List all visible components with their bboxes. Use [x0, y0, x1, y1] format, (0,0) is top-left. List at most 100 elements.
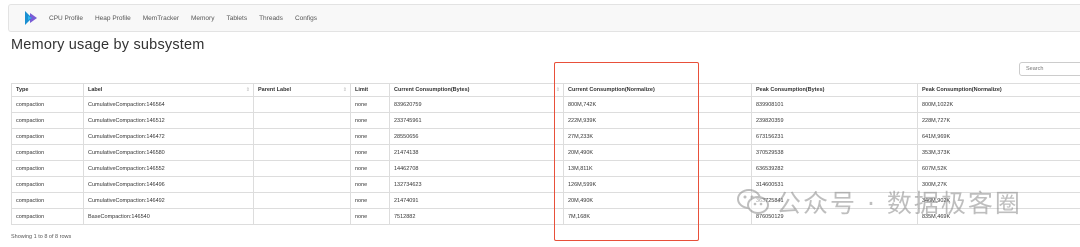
column-header-label: Limit: [355, 87, 369, 93]
cell-type: compaction: [11, 96, 84, 113]
cell-peak-normalize: 346M,902K: [917, 192, 1080, 209]
cell-current-bytes: 21474138: [389, 144, 564, 161]
cell-current-normalize: 222M,939K: [563, 112, 752, 129]
column-header-parent-label[interactable]: Parent Label ⇕: [253, 83, 351, 97]
cell-limit: none: [350, 144, 390, 161]
table-header-row: Type Label ⇕ Parent Label ⇕ Limit Current …: [11, 83, 1080, 97]
top-navbar: CPU Profile Heap Profile MemTracker Memo…: [8, 4, 1080, 32]
cell-limit: none: [350, 192, 390, 209]
cell-parent-label: [253, 144, 351, 161]
cell-parent-label: [253, 96, 351, 113]
nav-heap-profile[interactable]: Heap Profile: [95, 15, 131, 22]
cell-parent-label: [253, 192, 351, 209]
column-header-label: Label: [88, 87, 103, 93]
nav-memory[interactable]: Memory: [191, 15, 214, 22]
sort-icon: ⇕: [555, 87, 560, 93]
table-row: compaction CumulativeCompaction:146564 n…: [11, 96, 1080, 113]
column-header-peak-normalize[interactable]: Peak Consumption(Normalize): [917, 83, 1080, 97]
cell-current-normalize: 13M,811K: [563, 160, 752, 177]
cell-label: BaseCompaction:146540: [83, 208, 254, 225]
cell-parent-label: [253, 208, 351, 225]
cell-peak-normalize: 228M,727K: [917, 112, 1080, 129]
cell-current-bytes: 839620759: [389, 96, 564, 113]
pagination-info: Showing 1 to 8 of 8 rows: [11, 234, 72, 240]
cell-peak-bytes: 314600531: [751, 176, 918, 193]
cell-type: compaction: [11, 128, 84, 145]
page-title: Memory usage by subsystem: [11, 37, 205, 53]
cell-current-normalize: 800M,742K: [563, 96, 752, 113]
column-header-label: Current Consumption(Bytes): [394, 87, 470, 93]
cell-current-normalize: 20M,490K: [563, 144, 752, 161]
cell-current-bytes: 7512882: [389, 208, 564, 225]
table-row: compaction CumulativeCompaction:146552 n…: [11, 160, 1080, 177]
cell-label: CumulativeCompaction:146472: [83, 128, 254, 145]
column-header-peak-bytes[interactable]: Peak Consumption(Bytes): [751, 83, 918, 97]
column-header-current-normalize[interactable]: Current Consumption(Normalize): [563, 83, 752, 97]
sort-icon: ⇕: [342, 87, 347, 93]
cell-label: CumulativeCompaction:146580: [83, 144, 254, 161]
nav-configs[interactable]: Configs: [295, 15, 317, 22]
cell-type: compaction: [11, 144, 84, 161]
column-header-current-bytes[interactable]: Current Consumption(Bytes) ⇕: [389, 83, 564, 97]
column-header-label: Current Consumption(Normalize): [568, 87, 655, 93]
cell-peak-bytes: 876050129: [751, 208, 918, 225]
cell-current-bytes: 14462708: [389, 160, 564, 177]
cell-parent-label: [253, 160, 351, 177]
cell-type: compaction: [11, 160, 84, 177]
cell-peak-bytes: 363725841: [751, 192, 918, 209]
cell-current-bytes: 21474091: [389, 192, 564, 209]
column-header-limit[interactable]: Limit: [350, 83, 390, 97]
cell-label: CumulativeCompaction:146496: [83, 176, 254, 193]
cell-peak-bytes: 239820359: [751, 112, 918, 129]
cell-peak-bytes: 370529538: [751, 144, 918, 161]
cell-peak-normalize: 835M,469K: [917, 208, 1080, 225]
cell-peak-bytes: 673156231: [751, 128, 918, 145]
cell-peak-normalize: 800M,1022K: [917, 96, 1080, 113]
cell-peak-normalize: 300M,27K: [917, 176, 1080, 193]
nav-memtracker[interactable]: MemTracker: [143, 15, 179, 22]
cell-label: CumulativeCompaction:146552: [83, 160, 254, 177]
column-header-label: Peak Consumption(Bytes): [756, 87, 825, 93]
column-header-label: Type: [16, 87, 29, 93]
cell-current-bytes: 132734623: [389, 176, 564, 193]
nav-menu: CPU Profile Heap Profile MemTracker Memo…: [49, 5, 329, 31]
cell-current-normalize: 27M,233K: [563, 128, 752, 145]
cell-type: compaction: [11, 112, 84, 129]
cell-current-bytes: 28550656: [389, 128, 564, 145]
cell-limit: none: [350, 128, 390, 145]
cell-parent-label: [253, 112, 351, 129]
cell-parent-label: [253, 176, 351, 193]
column-header-label: Parent Label: [258, 87, 292, 93]
cell-current-normalize: 126M,599K: [563, 176, 752, 193]
table-row: compaction CumulativeCompaction:146512 n…: [11, 112, 1080, 129]
table-row: compaction CumulativeCompaction:146492 n…: [11, 192, 1080, 209]
cell-limit: none: [350, 112, 390, 129]
cell-label: CumulativeCompaction:146512: [83, 112, 254, 129]
sort-icon: ⇕: [245, 87, 250, 93]
cell-current-normalize: 7M,168K: [563, 208, 752, 225]
table-row: compaction CumulativeCompaction:146472 n…: [11, 128, 1080, 145]
cell-limit: none: [350, 96, 390, 113]
nav-tablets[interactable]: Tablets: [226, 15, 247, 22]
column-header-type[interactable]: Type: [11, 83, 84, 97]
cell-peak-normalize: 607M,52K: [917, 160, 1080, 177]
column-header-label-col[interactable]: Label ⇕: [83, 83, 254, 97]
cell-current-normalize: 20M,490K: [563, 192, 752, 209]
cell-type: compaction: [11, 208, 84, 225]
cell-label: CumulativeCompaction:146492: [83, 192, 254, 209]
table-row: compaction CumulativeCompaction:146496 n…: [11, 176, 1080, 193]
cell-peak-bytes: 636539282: [751, 160, 918, 177]
cell-peak-normalize: 641M,969K: [917, 128, 1080, 145]
app-logo-icon[interactable]: [23, 10, 39, 26]
table-row: compaction BaseCompaction:146540 none 75…: [11, 208, 1080, 225]
cell-limit: none: [350, 160, 390, 177]
column-header-label: Peak Consumption(Normalize): [922, 87, 1002, 93]
nav-threads[interactable]: Threads: [259, 15, 283, 22]
nav-cpu-profile[interactable]: CPU Profile: [49, 15, 83, 22]
cell-parent-label: [253, 128, 351, 145]
cell-current-bytes: 233745961: [389, 112, 564, 129]
cell-limit: none: [350, 208, 390, 225]
search-input[interactable]: [1019, 62, 1080, 76]
table-row: compaction CumulativeCompaction:146580 n…: [11, 144, 1080, 161]
cell-peak-normalize: 353M,373K: [917, 144, 1080, 161]
